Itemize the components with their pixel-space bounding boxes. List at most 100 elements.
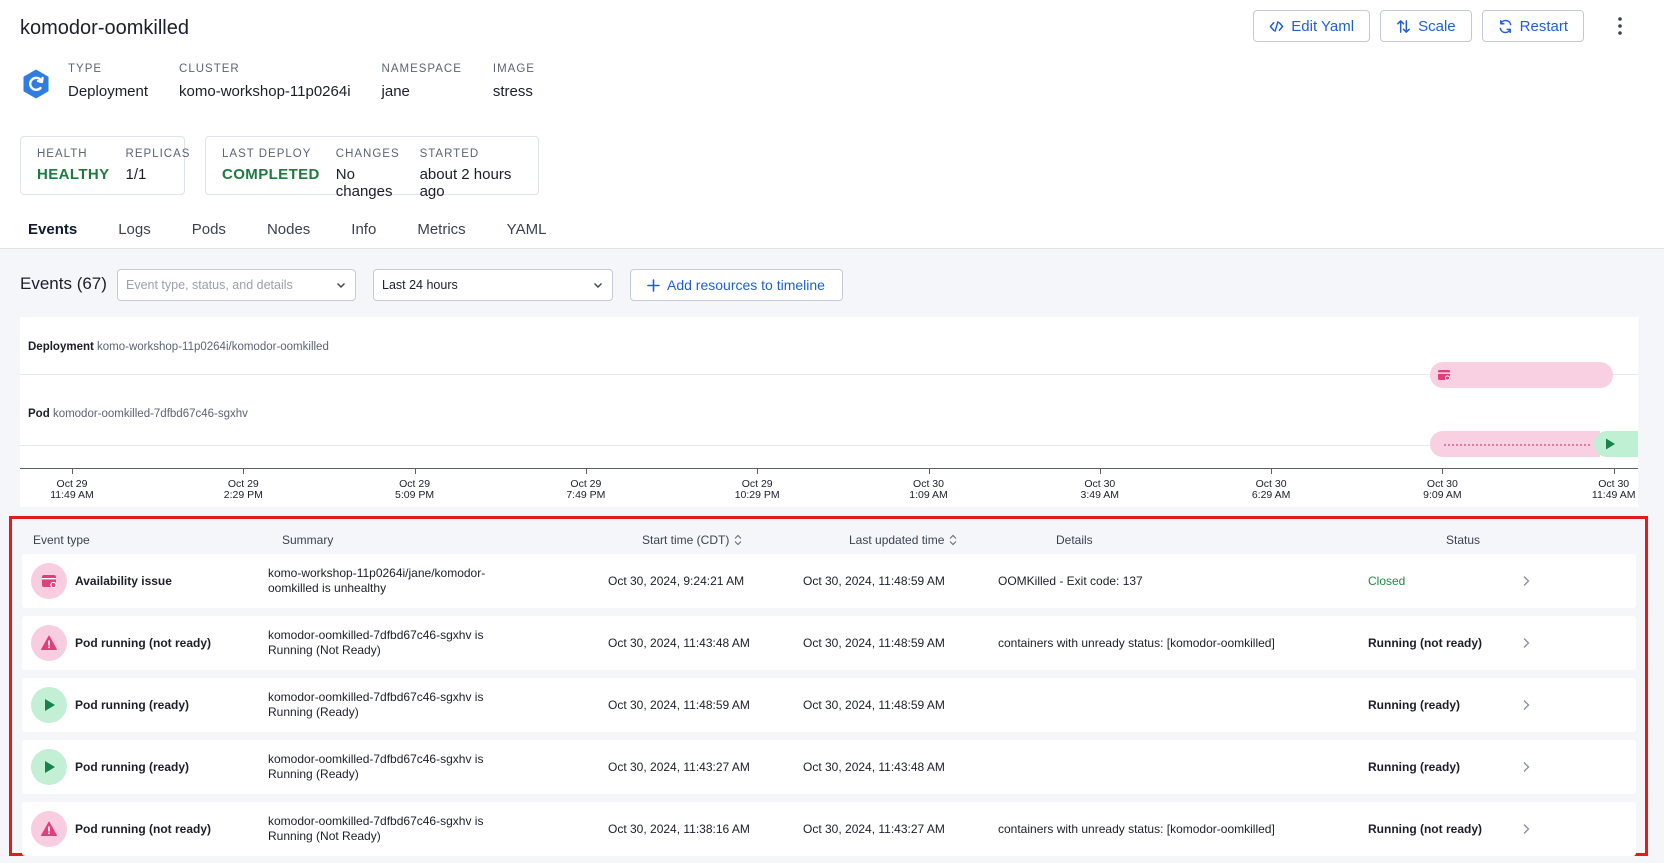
replicas-value: 1/1: [125, 166, 147, 183]
timeline-tick-label: Oct 29 5:09 PM: [395, 478, 435, 501]
timeline-tick-label: Oct 29 2:29 PM: [223, 478, 263, 501]
chevron-right-icon[interactable]: [1519, 822, 1533, 836]
meta-type: TYPE Deployment: [68, 63, 149, 100]
restart-icon: [1499, 19, 1512, 33]
event-filter-placeholder: Event type, status, and details: [126, 278, 293, 292]
sort-icon: [949, 534, 957, 546]
header-actions: Edit Yaml Scale Restart: [1253, 10, 1632, 42]
event-start-time: Oct 30, 2024, 11:38:16 AM: [608, 822, 750, 836]
time-range-select[interactable]: Last 24 hours: [373, 269, 613, 301]
event-summary: komo-workshop-11p0264i/jane/komodor-oomk…: [268, 566, 486, 595]
event-type-label: Pod running (ready): [75, 698, 189, 712]
table-row[interactable]: Pod running (ready) komodor-oomkilled-7d…: [22, 740, 1636, 794]
timeline-tick: [928, 468, 930, 474]
restart-label: Restart: [1519, 17, 1568, 35]
chevron-down-icon: [337, 283, 345, 288]
timeline-tick: [585, 468, 587, 474]
event-status: Running (not ready): [1368, 636, 1482, 650]
sort-icon: [734, 534, 742, 546]
timeline-row-divider: [20, 445, 1638, 446]
event-type-label: Pod running (not ready): [75, 822, 211, 836]
meta-cluster: CLUSTER komo-workshop-11p0264i: [179, 63, 351, 100]
event-filter-select[interactable]: Event type, status, and details: [117, 269, 356, 301]
deploy-card: LAST DEPLOY COMPLETED CHANGES No changes…: [205, 136, 539, 200]
timeline-tick-label: Oct 29 11:49 AM: [50, 478, 94, 501]
edit-yaml-button[interactable]: Edit Yaml: [1253, 10, 1371, 42]
chevron-right-icon[interactable]: [1519, 760, 1533, 774]
plus-icon: [647, 278, 660, 292]
timeline-tick: [1099, 468, 1101, 474]
timeline-tick: [243, 468, 245, 474]
column-header-status[interactable]: Status: [1446, 533, 1480, 547]
event-start-time: Oct 30, 2024, 11:43:27 AM: [608, 760, 750, 774]
time-range-value: Last 24 hours: [382, 278, 458, 292]
add-resources-button[interactable]: Add resources to timeline: [630, 269, 843, 301]
timeline-tick: [757, 468, 759, 474]
chevron-right-icon[interactable]: [1519, 574, 1533, 588]
table-row[interactable]: Pod running (not ready) komodor-oomkille…: [22, 802, 1636, 856]
cluster-value: komo-workshop-11p0264i: [179, 83, 351, 100]
timeline-tick-label: Oct 29 10:29 PM: [734, 478, 780, 501]
chevron-right-icon[interactable]: [1519, 636, 1533, 650]
last-deploy-status: COMPLETED: [222, 166, 320, 183]
event-summary: komodor-oomkilled-7dfbd67c46-sgxhv is Ru…: [268, 690, 484, 719]
timeline-tick: [1613, 468, 1615, 474]
timeline-tick: [414, 468, 416, 474]
timeline-tick: [1442, 468, 1444, 474]
events-timeline: Deployment komo-workshop-11p0264i/komodo…: [20, 317, 1638, 507]
health-card: HEALTH HEALTHY REPLICAS 1/1: [20, 136, 189, 195]
event-details: containers with unready status: [komodor…: [998, 636, 1275, 650]
table-row[interactable]: Availability issue komo-workshop-11p0264…: [22, 554, 1636, 608]
pod-not-ready-bar[interactable]: [1430, 431, 1600, 457]
event-last-updated: Oct 30, 2024, 11:48:59 AM: [803, 636, 945, 650]
timeline-tick-label: Oct 30 1:09 AM: [909, 478, 948, 501]
page-title: komodor-oomkilled: [20, 17, 189, 39]
timeline-tick: [1271, 468, 1273, 474]
column-header-event-type[interactable]: Event type: [33, 533, 90, 547]
timeline-row-deployment: Deployment komo-workshop-11p0264i/komodo…: [28, 341, 329, 353]
type-value: Deployment: [68, 83, 149, 100]
add-resources-label: Add resources to timeline: [667, 277, 825, 293]
event-details: OOMKilled - Exit code: 137: [998, 574, 1143, 588]
availability-icon: [1438, 370, 1451, 381]
play-icon: [31, 749, 67, 785]
column-header-last-updated[interactable]: Last updated time: [849, 533, 958, 547]
table-row[interactable]: Pod running (not ready) komodor-oomkille…: [22, 616, 1636, 670]
column-header-summary[interactable]: Summary: [282, 533, 333, 547]
more-options-icon[interactable]: [1608, 10, 1632, 42]
meta-image: IMAGE stress: [492, 63, 535, 100]
scale-button[interactable]: Scale: [1380, 10, 1472, 42]
event-last-updated: Oct 30, 2024, 11:48:59 AM: [803, 574, 945, 588]
timeline-row-pod: Pod komodor-oomkilled-7dfbd67c46-sgxhv: [28, 408, 248, 420]
restart-button[interactable]: Restart: [1481, 10, 1584, 42]
event-details: containers with unready status: [komodor…: [998, 822, 1275, 836]
event-start-time: Oct 30, 2024, 11:43:48 AM: [608, 636, 750, 650]
chevron-right-icon[interactable]: [1519, 698, 1533, 712]
event-type-label: Availability issue: [75, 574, 172, 588]
table-row[interactable]: Pod running (ready) komodor-oomkilled-7d…: [22, 678, 1636, 732]
warning-icon: [31, 811, 67, 847]
event-last-updated: Oct 30, 2024, 11:48:59 AM: [803, 698, 945, 712]
availability-icon: [31, 563, 67, 599]
meta-namespace: NAMESPACE jane: [381, 63, 462, 100]
availability-issue-bar[interactable]: [1430, 362, 1613, 388]
chevron-down-icon: [594, 283, 602, 288]
play-icon: [31, 687, 67, 723]
event-status: Closed: [1368, 574, 1406, 588]
event-start-time: Oct 30, 2024, 9:24:21 AM: [608, 574, 745, 588]
code-icon: [1269, 20, 1284, 32]
health-status: HEALTHY: [37, 166, 110, 183]
timeline-axis: [20, 468, 1638, 469]
deployment-icon: [23, 69, 49, 99]
event-last-updated: Oct 30, 2024, 11:43:48 AM: [803, 760, 945, 774]
scale-label: Scale: [1418, 17, 1456, 35]
image-value: stress: [492, 83, 533, 100]
pod-ready-bar[interactable]: [1594, 431, 1638, 457]
column-header-details[interactable]: Details: [1056, 533, 1093, 547]
timeline-tick-label: Oct 30 11:49 AM: [1591, 478, 1636, 501]
event-last-updated: Oct 30, 2024, 11:43:27 AM: [803, 822, 945, 836]
event-status: Running (ready): [1368, 698, 1460, 712]
column-header-start-time[interactable]: Start time (CDT): [642, 533, 743, 547]
scale-arrows-icon: [1397, 19, 1410, 33]
started-value: about 2 hours ago: [419, 166, 512, 200]
